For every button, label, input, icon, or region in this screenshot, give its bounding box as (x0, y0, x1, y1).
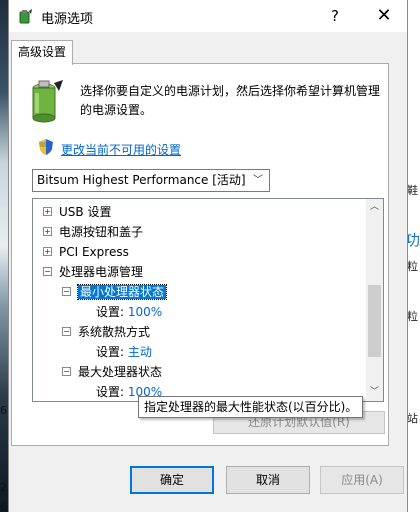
title-bar[interactable]: 电源选项 ? ✕ (9, 0, 407, 32)
tab-advanced-settings[interactable]: 高级设置 (11, 40, 73, 65)
tree-setting[interactable]: 设置: 主动 (96, 342, 152, 362)
minus-box-icon[interactable]: − (62, 327, 71, 336)
minus-box-icon[interactable]: − (62, 287, 71, 296)
tree-item[interactable]: − 最大处理器状态 (62, 362, 162, 382)
tree-setting[interactable]: 设置: 100% (96, 302, 162, 322)
tree-item[interactable]: − 处理器电源管理 (43, 262, 143, 282)
setting-value[interactable]: 100% (128, 305, 162, 319)
desktop-text: 站 (407, 412, 418, 425)
tree-item-label: 最大处理器状态 (78, 365, 163, 379)
tree-item-label: 电源按钮和盖子 (59, 225, 144, 239)
power-plan-selected-value: Bitsum Highest Performance [活动] (37, 173, 246, 187)
scroll-thumb[interactable] (368, 285, 381, 357)
plus-box-icon[interactable]: + (43, 207, 52, 216)
plus-box-icon[interactable]: + (43, 227, 52, 236)
apply-button[interactable]: 应用(A) (320, 466, 404, 494)
plus-box-icon[interactable]: + (43, 247, 52, 256)
desktop-text: 粒 (407, 260, 418, 273)
tree-item[interactable]: − 系统散热方式 (62, 322, 150, 342)
tree-item-selected[interactable]: − 最小处理器状态 (62, 282, 168, 302)
minus-box-icon[interactable]: − (62, 367, 71, 376)
power-options-icon (17, 8, 33, 24)
cancel-button[interactable]: 取消 (226, 466, 310, 494)
chevron-down-icon[interactable]: ﹀ (366, 384, 383, 401)
setting-label: 设置: (96, 345, 125, 359)
tree-scrollbar[interactable]: ︿ ﹀ (366, 199, 383, 401)
uac-shield-icon (38, 138, 54, 156)
close-button[interactable]: ✕ (365, 0, 403, 32)
settings-tree[interactable]: + USB 设置 + 电源按钮和盖子 + PCI Express − 处理器电源管理 −… (32, 198, 384, 402)
tree-item-label: USB 设置 (59, 205, 112, 219)
setting-value[interactable]: 主动 (128, 345, 152, 359)
help-button[interactable]: ? (317, 0, 353, 32)
tree-item[interactable]: + 电源按钮和盖子 (43, 222, 143, 242)
change-unavailable-settings-link[interactable]: 更改当前不可用的设置 (61, 141, 181, 158)
chevron-down-icon: ﹀ (253, 175, 263, 186)
setting-label: 设置: (96, 305, 125, 319)
window-title: 电源选项 (41, 12, 94, 27)
tree-item-label: 系统散热方式 (78, 325, 151, 339)
tree-item[interactable]: + USB 设置 (43, 202, 111, 222)
minus-box-icon[interactable]: − (43, 267, 52, 276)
desktop-text: 鞋 (407, 184, 418, 197)
desktop-text: 粒 (407, 310, 418, 323)
power-plan-select[interactable]: Bitsum Highest Performance [活动] ﹀ (32, 169, 270, 192)
battery-plan-icon (26, 79, 66, 125)
tree-item-label: PCI Express (59, 245, 129, 259)
ok-button[interactable]: 确定 (130, 466, 214, 494)
tree-item-label: 处理器电源管理 (59, 265, 144, 279)
setting-label: 设置: (96, 385, 125, 399)
chevron-up-icon[interactable]: ︿ (366, 199, 383, 216)
tree-item[interactable]: + PCI Express (43, 242, 129, 262)
tooltip: 指定处理器的最大性能状态(以百分比)。 (138, 396, 364, 418)
description-text: 选择你要自定义的电源计划，然后选择你希望计算机管理的电源设置。 (80, 84, 381, 117)
tree-item-label: 最小处理器状态 (76, 284, 168, 300)
